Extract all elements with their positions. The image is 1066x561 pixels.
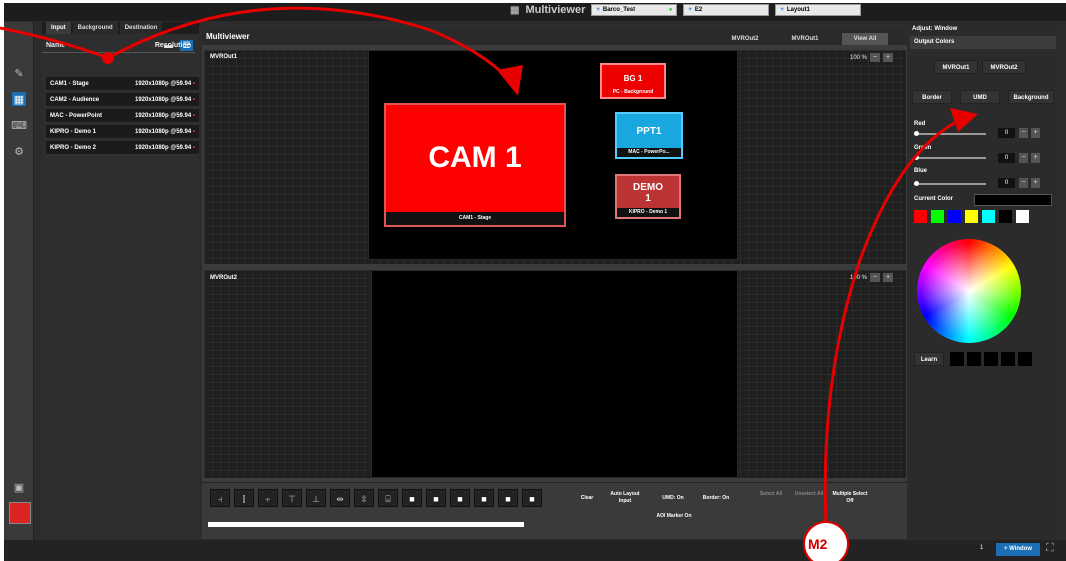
annotation-arrow	[0, 26, 109, 60]
annotation-marker-label: M2	[808, 536, 828, 552]
arrowhead-icon	[497, 65, 523, 96]
annotation-arrow	[823, 118, 961, 526]
annotation-arrow	[107, 6, 512, 82]
annotation-overlay	[0, 6, 978, 561]
arrowhead-icon	[950, 108, 978, 132]
